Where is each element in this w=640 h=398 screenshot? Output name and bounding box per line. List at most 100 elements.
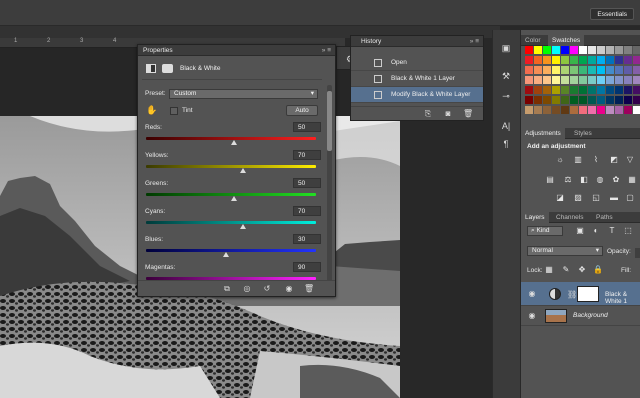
swatch[interactable] xyxy=(552,66,560,74)
swatch[interactable] xyxy=(552,46,560,54)
swatch[interactable] xyxy=(534,96,542,104)
slider-track[interactable] xyxy=(146,249,316,252)
swatch[interactable] xyxy=(534,56,542,64)
link-icon[interactable]: ⛓ xyxy=(567,290,577,299)
swatch[interactable] xyxy=(543,46,551,54)
swatch[interactable] xyxy=(624,86,632,94)
swatch[interactable] xyxy=(588,76,596,84)
brightness-contrast-icon[interactable]: ☼ xyxy=(555,155,565,165)
swatch[interactable] xyxy=(525,96,533,104)
visibility-eye-icon[interactable]: ◉ xyxy=(527,289,537,299)
swatch[interactable] xyxy=(561,66,569,74)
swatch[interactable] xyxy=(588,66,596,74)
layer-name[interactable]: Black & White 1 xyxy=(605,291,640,305)
properties-panel-header[interactable]: Properties » ≡ xyxy=(138,45,335,56)
swatch[interactable] xyxy=(525,66,533,74)
swatch[interactable] xyxy=(534,106,542,114)
slider-value-field[interactable]: 50 xyxy=(293,178,321,188)
swatch[interactable] xyxy=(570,46,578,54)
tab-swatches[interactable]: Swatches xyxy=(548,35,585,46)
gradient-map-icon[interactable]: ▬ xyxy=(609,193,619,203)
new-document-from-state-icon[interactable]: ⎘ xyxy=(423,109,433,118)
slider-track[interactable] xyxy=(146,221,316,224)
selective-color-icon[interactable]: ▢ xyxy=(625,193,635,203)
photo-filter-icon[interactable]: ◍ xyxy=(595,175,605,185)
swatch[interactable] xyxy=(588,96,596,104)
swatch[interactable] xyxy=(552,86,560,94)
delete-icon[interactable]: 🗑 xyxy=(304,284,314,293)
slider-thumb[interactable] xyxy=(231,140,238,145)
swatch[interactable] xyxy=(597,66,605,74)
swatch[interactable] xyxy=(570,66,578,74)
character-panel-icon[interactable]: A| xyxy=(499,120,513,132)
swatch[interactable] xyxy=(615,96,623,104)
view-previous-state-icon[interactable]: ◎ xyxy=(242,284,252,293)
layer-row[interactable]: ◉ Background xyxy=(521,306,640,326)
slider-value-field[interactable]: 50 xyxy=(293,122,321,132)
slider-value-field[interactable]: 70 xyxy=(293,150,321,160)
pixel-layer-filter-icon[interactable]: ▣ xyxy=(575,226,585,236)
tab-adjustments[interactable]: Adjustments xyxy=(521,128,565,139)
color-balance-icon[interactable]: ⚖ xyxy=(563,175,573,185)
swatch[interactable] xyxy=(606,46,614,54)
swatch[interactable] xyxy=(579,76,587,84)
swatch[interactable] xyxy=(552,106,560,114)
layer-filter-select[interactable]: ⌕ Kind xyxy=(527,226,563,236)
swatch[interactable] xyxy=(624,46,632,54)
panel-menu-icon[interactable]: » ≡ xyxy=(470,36,479,47)
opacity-field[interactable] xyxy=(635,248,640,258)
swatch[interactable] xyxy=(597,86,605,94)
swatch[interactable] xyxy=(633,96,640,104)
swatch[interactable] xyxy=(525,106,533,114)
swatch[interactable] xyxy=(525,56,533,64)
swatch[interactable] xyxy=(579,106,587,114)
panel-menu-icon[interactable]: » ≡ xyxy=(322,45,331,56)
swatch[interactable] xyxy=(579,86,587,94)
swatch[interactable] xyxy=(525,86,533,94)
slider-value-field[interactable]: 70 xyxy=(293,206,321,216)
swatch[interactable] xyxy=(525,46,533,54)
tab-layers[interactable]: Layers xyxy=(521,212,549,223)
channel-mixer-icon[interactable]: ✿ xyxy=(611,175,621,185)
tint-checkbox[interactable] xyxy=(170,107,178,115)
swatch[interactable] xyxy=(534,76,542,84)
layer-row-selected[interactable]: ◉ ⛓ Black & White 1 xyxy=(521,282,640,306)
swatch[interactable] xyxy=(606,106,614,114)
tool-presets-icon[interactable]: ⊸ xyxy=(499,90,513,102)
swatch[interactable] xyxy=(525,76,533,84)
swatch[interactable] xyxy=(624,56,632,64)
toggle-visibility-icon[interactable]: ◉ xyxy=(284,284,294,293)
exposure-icon[interactable]: ◩ xyxy=(609,155,619,165)
history-item-selected[interactable]: Modify Black & White Layer xyxy=(351,87,483,103)
swatch[interactable] xyxy=(552,56,560,64)
swatch[interactable] xyxy=(615,86,623,94)
clip-to-layer-icon[interactable]: ⧉ xyxy=(222,284,232,293)
swatch[interactable] xyxy=(534,86,542,94)
slider-thumb[interactable] xyxy=(231,196,238,201)
swatch[interactable] xyxy=(633,56,640,64)
slider-value-field[interactable]: 90 xyxy=(293,262,321,272)
swatch[interactable] xyxy=(561,56,569,64)
blend-mode-select[interactable]: Normal ▾ xyxy=(527,246,603,256)
swatch[interactable] xyxy=(615,106,623,114)
properties-scrollbar[interactable] xyxy=(327,85,332,290)
swatch[interactable] xyxy=(579,96,587,104)
swatch[interactable] xyxy=(561,46,569,54)
history-item[interactable]: Open xyxy=(351,55,483,71)
swatch[interactable] xyxy=(543,96,551,104)
properties-panel[interactable]: Properties » ≡ Black & White Preset: Cus… xyxy=(137,44,336,297)
swatch[interactable] xyxy=(552,96,560,104)
lock-image-icon[interactable]: ✎ xyxy=(561,265,571,275)
history-item[interactable]: Black & White 1 Layer xyxy=(351,71,483,87)
lock-position-icon[interactable]: ✥ xyxy=(577,265,587,275)
posterize-icon[interactable]: ▨ xyxy=(573,193,583,203)
swatch[interactable] xyxy=(561,76,569,84)
slider-thumb[interactable] xyxy=(239,224,246,229)
swatch[interactable] xyxy=(615,56,623,64)
swatch[interactable] xyxy=(543,76,551,84)
paragraph-panel-icon[interactable]: ¶ xyxy=(499,138,513,150)
lock-all-icon[interactable]: 🔒 xyxy=(593,265,603,275)
slider-track[interactable] xyxy=(146,165,316,168)
workspace-switcher[interactable]: Essentials xyxy=(590,8,634,20)
visibility-eye-icon[interactable]: ◉ xyxy=(527,311,537,321)
